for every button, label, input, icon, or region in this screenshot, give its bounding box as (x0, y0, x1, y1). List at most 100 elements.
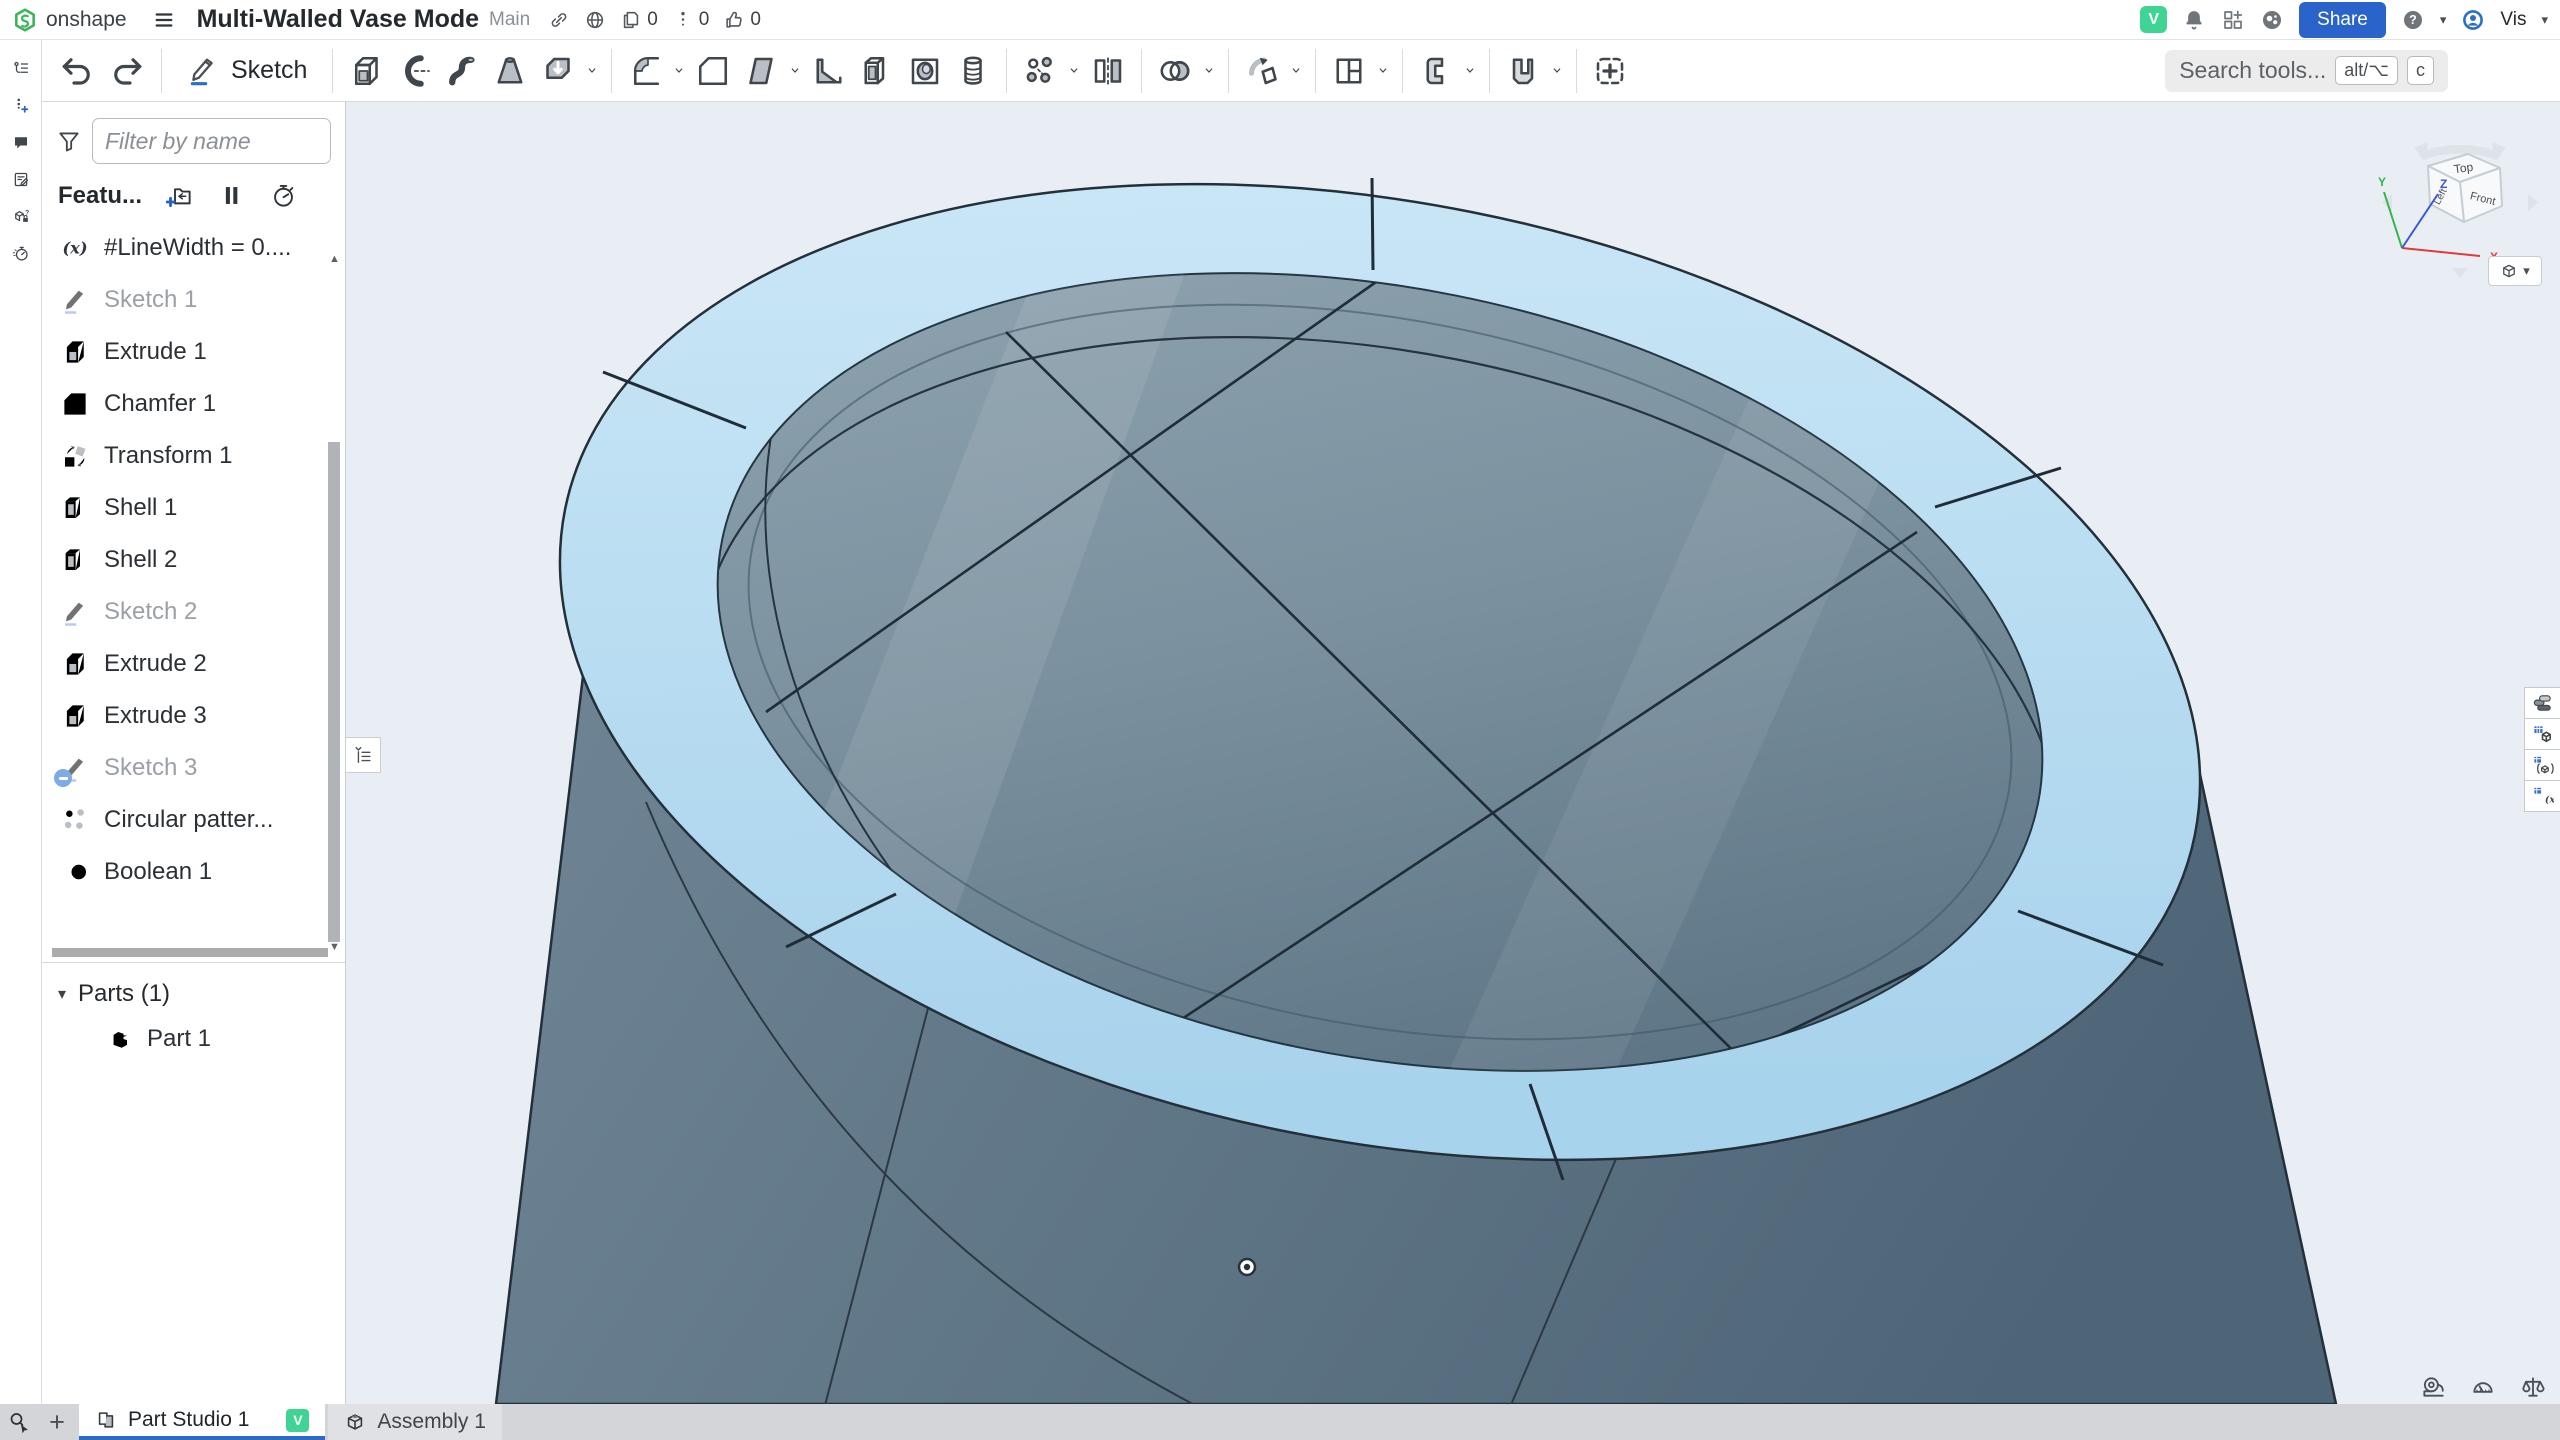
feature-list-scrollbar[interactable]: ▲ ▼ (327, 252, 342, 954)
view-cube-top-label[interactable]: Top (2453, 160, 2474, 177)
comments-button[interactable] (6, 128, 36, 156)
mirror-button[interactable] (1084, 47, 1132, 95)
tab-assembly-1[interactable]: Assembly 1 (328, 1404, 502, 1440)
tab-part-studio-1[interactable]: Part Studio 1V (79, 1404, 325, 1440)
brand-text[interactable]: onshape (46, 8, 127, 32)
split-button[interactable] (1325, 47, 1373, 95)
feature-item-chamfer-1[interactable]: Chamfer 1 (42, 378, 345, 430)
add-tab-button[interactable]: + (38, 1404, 76, 1440)
circular-pattern-button[interactable] (1016, 47, 1064, 95)
hole-button[interactable] (901, 47, 949, 95)
view-options-button[interactable]: ▾ (2488, 256, 2542, 286)
shell-button[interactable] (853, 47, 901, 95)
user-caret-icon[interactable]: ▾ (2541, 12, 2548, 28)
dropdown-chevron-icon[interactable] (1373, 47, 1393, 95)
onshape-logo-icon[interactable] (12, 7, 38, 33)
feature-item-boolean-1[interactable]: Boolean 1 (42, 846, 345, 898)
notes-button[interactable] (6, 165, 36, 193)
configuration-variables-tab[interactable]: (x) (2524, 780, 2560, 812)
search-tabs-button[interactable] (0, 1404, 38, 1440)
dropdown-chevron-icon[interactable] (1547, 47, 1567, 95)
chamfer-button[interactable] (689, 47, 737, 95)
feature-item-linewidth-0[interactable]: (x)#LineWidth = 0.... (42, 222, 345, 274)
create-version-button[interactable] (6, 91, 36, 119)
tape-measure-button[interactable] (2420, 1374, 2446, 1400)
dropdown-chevron-icon[interactable] (1199, 47, 1219, 95)
featurescript-help-button[interactable]: ? (6, 202, 36, 230)
loft-button[interactable] (486, 47, 534, 95)
workspace-label[interactable]: Main (489, 9, 530, 31)
performance-button[interactable] (6, 239, 36, 267)
scroll-down-arrow[interactable]: ▼ (327, 940, 342, 954)
share-button[interactable]: Share (2299, 2, 2386, 38)
configured-features-tab[interactable] (2524, 749, 2560, 781)
feature-item-sketch-2[interactable]: Sketch 2 (42, 586, 345, 638)
replace-face-button[interactable] (1499, 47, 1547, 95)
sweep-button[interactable] (438, 47, 486, 95)
app-store-grid-icon[interactable] (2221, 8, 2245, 32)
scroll-up-arrow[interactable]: ▲ (327, 252, 342, 266)
configurations-tab[interactable] (2524, 718, 2560, 750)
draft-button[interactable] (737, 47, 785, 95)
learning-center-icon[interactable] (2260, 8, 2284, 32)
dropdown-chevron-icon[interactable] (1064, 47, 1084, 95)
fillet-button[interactable] (621, 47, 669, 95)
redo-button[interactable] (102, 47, 152, 95)
feature-item-shell-1[interactable]: Shell 1 (42, 482, 345, 534)
mass-properties-button[interactable] (2520, 1374, 2546, 1400)
sketch-origin-point[interactable] (1239, 1259, 1255, 1275)
feature-list-button[interactable] (6, 54, 36, 82)
vase-model[interactable] (346, 102, 2560, 1404)
modify-fillet-button[interactable] (1238, 47, 1286, 95)
help-caret-icon[interactable]: ▾ (2440, 12, 2447, 28)
dropdown-chevron-icon[interactable] (669, 47, 689, 95)
feature-item-extrude-3[interactable]: Extrude 3 (42, 690, 345, 742)
boolean-button[interactable] (1151, 47, 1199, 95)
doc-stat-link[interactable] (548, 9, 570, 31)
feature-item-sketch-3[interactable]: Sketch 3 (42, 742, 345, 794)
extrude-button[interactable] (342, 47, 390, 95)
feature-item-extrude-2[interactable]: Extrude 2 (42, 638, 345, 690)
dropdown-chevron-icon[interactable] (582, 47, 602, 95)
document-menu-icon[interactable] (153, 9, 175, 31)
user-label[interactable]: Vis (2500, 9, 2526, 31)
avatar[interactable]: V (2140, 6, 2167, 33)
thread-button[interactable] (949, 47, 997, 95)
undo-button[interactable] (52, 47, 102, 95)
custom-feature-button[interactable] (1586, 47, 1634, 95)
doc-stat-versions[interactable]: 0 (672, 9, 710, 31)
filter-funnel-icon[interactable] (56, 128, 82, 154)
appearance-tab[interactable] (2524, 687, 2560, 719)
new-folder-button[interactable] (164, 182, 194, 210)
rib-button[interactable] (805, 47, 853, 95)
suspend-regeneration-button[interactable] (216, 182, 246, 210)
graphics-viewport[interactable]: Top Front Left X Y Z ▾ (x) (346, 102, 2560, 1404)
feature-item-extrude-1[interactable]: Extrude 1 (42, 326, 345, 378)
feature-item-shell-2[interactable]: Shell 2 (42, 534, 345, 586)
scrollbar-thumb[interactable] (328, 442, 340, 942)
rollback-history-button[interactable] (268, 182, 298, 210)
panel-collapse-handle[interactable] (346, 737, 381, 773)
part-item-part-1[interactable]: Part 1 (42, 1014, 345, 1064)
feature-item-transform-1[interactable]: Transform 1 (42, 430, 345, 482)
help-icon[interactable]: ? (2401, 8, 2425, 32)
thicken-button[interactable] (534, 47, 582, 95)
revolve-button[interactable] (390, 47, 438, 95)
doc-stat-globe[interactable] (584, 9, 606, 31)
horizontal-scrollbar[interactable] (52, 948, 328, 957)
filter-input[interactable] (92, 118, 331, 164)
protractor-button[interactable] (2470, 1374, 2496, 1400)
parts-collapse-icon[interactable]: ▾ (58, 984, 66, 1004)
feature-item-sketch-1[interactable]: Sketch 1 (42, 274, 345, 326)
feature-item-circular-patter[interactable]: Circular patter... (42, 794, 345, 846)
doc-stat-copies[interactable]: 0 (620, 9, 658, 31)
notifications-bell-icon[interactable] (2182, 8, 2206, 32)
doc-stat-likes[interactable]: 0 (723, 9, 761, 31)
dropdown-chevron-icon[interactable] (785, 47, 805, 95)
parts-header[interactable]: ▾ Parts (1) (42, 964, 345, 1014)
dropdown-chevron-icon[interactable] (1286, 47, 1306, 95)
move-face-button[interactable] (1412, 47, 1460, 95)
sketch-button[interactable]: Sketch (171, 45, 323, 97)
dropdown-chevron-icon[interactable] (1460, 47, 1480, 95)
user-account-icon[interactable] (2461, 8, 2485, 32)
